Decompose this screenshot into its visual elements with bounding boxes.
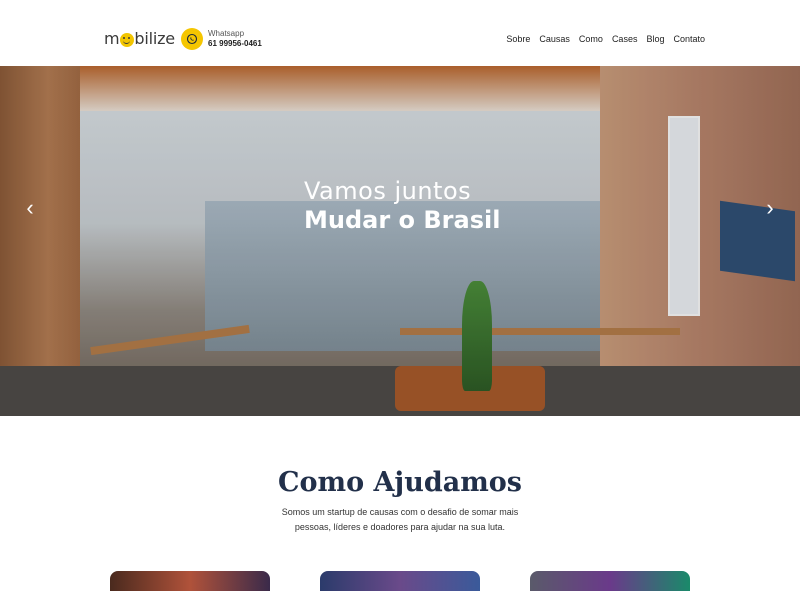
site-header: m bilize Whatsapp 61 99956-0461 Sobre Cau… bbox=[0, 0, 800, 66]
hero-heading-line2: Mudar o Brasil bbox=[304, 206, 501, 234]
cause-card-2[interactable] bbox=[320, 571, 480, 591]
section-description: Somos um startup de causas com o desafio… bbox=[281, 507, 519, 532]
logo-text-prefix: m bbox=[104, 29, 120, 48]
nav-link-cases[interactable]: Cases bbox=[612, 34, 638, 44]
nav-link-blog[interactable]: Blog bbox=[646, 34, 664, 44]
main-nav: Sobre Causas Como Cases Blog Contato bbox=[506, 34, 705, 44]
carousel-next-chevron-icon[interactable]: › bbox=[760, 196, 780, 220]
logo-text-suffix: bilize bbox=[134, 29, 175, 48]
carousel-prev-chevron-icon[interactable]: ‹ bbox=[20, 196, 40, 220]
whatsapp-number[interactable]: 61 99956-0461 bbox=[208, 39, 262, 49]
cause-card-3[interactable] bbox=[530, 571, 690, 591]
whatsapp-contact[interactable]: Whatsapp 61 99956-0461 bbox=[181, 28, 262, 50]
mobilize-logo[interactable]: m bilize bbox=[104, 29, 175, 48]
cause-cards bbox=[0, 571, 800, 591]
cause-card-1[interactable] bbox=[110, 571, 270, 591]
whatsapp-icon bbox=[181, 28, 203, 50]
whatsapp-label: Whatsapp bbox=[208, 29, 245, 38]
hero-heading-line1: Vamos juntos bbox=[304, 177, 472, 205]
nav-link-contato[interactable]: Contato bbox=[673, 34, 705, 44]
hero-carousel: Vamos juntos Mudar o Brasil ‹ › bbox=[0, 66, 800, 416]
nav-link-como[interactable]: Como bbox=[579, 34, 603, 44]
hero-overlay bbox=[0, 66, 800, 416]
section-title: Como Ajudamos bbox=[278, 467, 522, 498]
nav-link-causas[interactable]: Causas bbox=[539, 34, 570, 44]
smiley-icon bbox=[119, 32, 134, 47]
nav-link-sobre[interactable]: Sobre bbox=[506, 34, 530, 44]
